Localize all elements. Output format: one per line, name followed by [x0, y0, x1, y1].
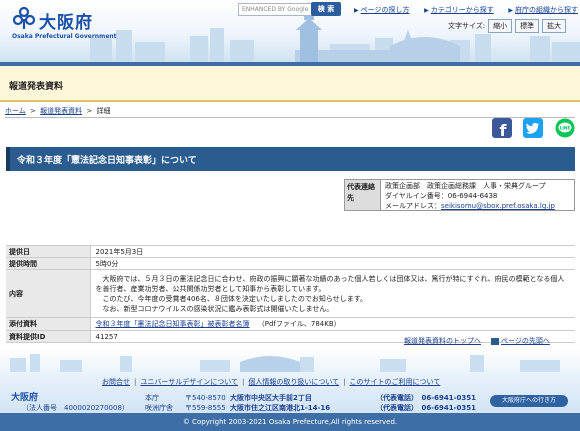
footer-separator: | [242, 378, 245, 386]
time-value: 5時0分 [90, 257, 575, 270]
phone-main: （代表電話） 06-6941-0351 [376, 394, 477, 402]
triangle-right-icon: ▶ [424, 7, 429, 14]
page-title: 令和３年度「憲法記念日知事表彰」について [17, 156, 197, 166]
triangle-right-icon: ▶ [508, 7, 513, 14]
category-divider [0, 100, 580, 102]
office-sakishima: 咲洲庁舎 [145, 404, 173, 412]
header-link-how-to-find[interactable]: ▶ ページの探し方 [354, 5, 410, 15]
attachment-link[interactable]: 令和３年度「憲法記念日知事表彰」被表彰者名簿 [96, 320, 250, 328]
breadcrumb: ホーム > 報道発表資料 > 詳細 [5, 106, 110, 116]
content-text: 大阪府では、５月３日の憲法記念日に合わせ、府政の振興に顕著な功績のあった個人若し… [96, 272, 576, 316]
header-nav: ▶ ページの探し方 ▶ カテゴリーから探す ▶ 府庁の組織から探す [354, 5, 578, 15]
font-size-larger-button[interactable]: 拡大 [542, 19, 567, 33]
page-top-link[interactable]: ページの先頭へ [501, 337, 550, 345]
footer-link-universal-design[interactable]: ユニバーサルデザインについて [140, 378, 238, 386]
footer-link-privacy[interactable]: 個人情報の取り扱いについて [248, 378, 339, 386]
table-row: 提供時間 5時0分 [6, 257, 575, 270]
footer-skyline-illustration [10, 354, 560, 372]
contact-email-row: メールアドレス：seikisomu@sbox.pref.osaka.lg.jp [385, 201, 555, 211]
site-header: 大阪府 Osaka Prefectural Government ENHANCE… [0, 0, 580, 62]
footer-link-contact[interactable]: お問合せ [102, 378, 130, 386]
header-link-label[interactable]: カテゴリーから探す [431, 6, 494, 14]
address-main: 大阪市中央区大手前2丁目 [230, 394, 312, 402]
zip-sakishima: 〒559-8555 [185, 404, 226, 412]
header-link-category[interactable]: ▶ カテゴリーから探す [424, 5, 494, 15]
press-release-info-table: 提供日 2021年5月3日 提供時間 5時0分 内容 大阪府では、５月３日の憲法… [6, 245, 575, 343]
contact-details: 政策企画部 政策企画総務課 人事・栄典グループ ダイヤルイン番号：06-6944… [385, 181, 555, 211]
osaka-emblem-icon [12, 6, 36, 29]
content-paragraph: なお、新型コロナウイルスの感染状況に鑑み表彰式は開催いたしません。 [102, 304, 334, 313]
phone-sakishima: （代表電話） 06-6941-0351 [376, 404, 477, 412]
content-paragraph: このたび、今年度の受賞者406名、８団体を決定いたしましたのでお知らせします。 [102, 294, 368, 303]
content-label: 内容 [6, 269, 91, 318]
attachment-cell: 令和３年度「憲法記念日知事表彰」被表彰者名簿 （Pdfファイル、784KB） [90, 317, 575, 331]
footer-links: お問合せ | ユニバーサルデザインについて | 個人情報の取り扱いについて | このサイトの… [102, 377, 440, 387]
zip-main: 〒540-8570 [185, 394, 226, 402]
header-link-organization[interactable]: ▶ 府庁の組織から探す [508, 5, 578, 15]
attachment-label: 添付資料 [6, 317, 91, 331]
facebook-share-icon[interactable]: f [492, 118, 512, 138]
page-top-icon [491, 337, 499, 345]
breadcrumb-home[interactable]: ホーム [5, 107, 26, 115]
category-title: 報道発表資料 [9, 82, 64, 92]
footer-phones: （代表電話） 06-6941-0351 （代表電話） 06-6941-0351 [376, 393, 476, 413]
breadcrumb-divider [5, 117, 575, 118]
contact-department: 政策企画部 政策企画総務課 人事・栄典グループ [385, 182, 546, 190]
breadcrumb-press-release[interactable]: 報道発表資料 [40, 107, 82, 115]
triangle-right-icon: ▶ [354, 7, 359, 14]
header-link-label[interactable]: 府庁の組織から探す [515, 6, 578, 14]
font-size-label: 文字サイズ: [448, 22, 486, 30]
footer-zipcodes: 〒540-8570 〒559-8555 [185, 393, 226, 413]
attachment-meta: （Pdfファイル、784KB） [257, 320, 341, 328]
header-link-label[interactable]: ページの探し方 [361, 6, 410, 14]
facebook-glyph: f [500, 121, 508, 138]
osaka-logo[interactable]: 大阪府 Osaka Prefectural Government [12, 6, 117, 42]
contact-label: 代表連絡先 [345, 180, 381, 210]
footer-offices: 本庁 咲洲庁舎 [145, 393, 173, 413]
logo-english-name: Osaka Prefectural Government [12, 33, 117, 40]
line-label: LINE [560, 125, 571, 130]
copyright: © Copyright 2003-2021 Osaka Prefecture,A… [0, 413, 580, 431]
logo-name: 大阪府 [39, 13, 93, 33]
date-value: 2021年5月3日 [90, 245, 575, 258]
office-main: 本庁 [145, 394, 159, 402]
contact-dial-in: ダイヤルイン番号：06-6944-6438 [385, 192, 498, 200]
time-label: 提供時間 [6, 257, 91, 270]
contact-box: 代表連絡先 政策企画部 政策企画総務課 人事・栄典グループ ダイヤルイン番号：0… [344, 179, 575, 211]
search-button[interactable]: 検 索 [311, 2, 341, 16]
font-size-control: 文字サイズ: 縮小 標準 拡大 [448, 19, 567, 33]
line-share-icon[interactable]: LINE [555, 118, 575, 138]
breadcrumb-separator: > [86, 107, 93, 115]
page-top[interactable]: ページの先頭へ [491, 336, 550, 346]
font-size-normal-button[interactable]: 標準 [515, 19, 540, 33]
font-size-smaller-button[interactable]: 縮小 [488, 19, 513, 33]
footer-org-name: 大阪府 [11, 393, 39, 403]
footer-addresses: 大阪市中央区大手前2丁目 大阪市住之江区南港北1-14-16 [230, 393, 330, 413]
page-nav-links: 報道発表資料のトップへ ページの先頭へ [404, 336, 550, 346]
release-id-label: 資料提供ID [6, 330, 91, 343]
contact-email-label: メールアドレス： [385, 202, 441, 210]
breadcrumb-separator: > [30, 107, 36, 115]
contact-email-link[interactable]: seikisomu@sbox.pref.osaka.lg.jp [441, 202, 555, 210]
content-cell: 大阪府では、５月３日の憲法記念日に合わせ、府政の振興に顕著な功績のあった個人若し… [90, 269, 576, 318]
back-to-press-top-link[interactable]: 報道発表資料のトップへ [404, 337, 481, 345]
page-title-bar: 令和３年度「憲法記念日知事表彰」について [6, 147, 575, 171]
footer-separator: | [134, 378, 137, 386]
date-label: 提供日 [6, 245, 91, 258]
footer-link-terms[interactable]: このサイトのご利用について [350, 378, 441, 386]
table-row: 内容 大阪府では、５月３日の憲法記念日に合わせ、府政の振興に顕著な功績のあった個… [6, 269, 576, 318]
footer-separator: | [343, 378, 346, 386]
breadcrumb-current: 詳細 [96, 107, 111, 115]
table-row: 提供日 2021年5月3日 [6, 245, 575, 258]
access-directions-button[interactable]: 大阪府庁への行き方 [490, 395, 568, 407]
table-row: 添付資料 令和３年度「憲法記念日知事表彰」被表彰者名簿 （Pdfファイル、784… [6, 317, 575, 331]
twitter-share-icon[interactable] [523, 118, 543, 138]
footer-corporate-number: （法人番号 4000020270008） [22, 404, 129, 412]
address-sakishima: 大阪市住之江区南港北1-14-16 [230, 404, 331, 412]
back-to-press-top[interactable]: 報道発表資料のトップへ [404, 336, 481, 346]
content-paragraph: 大阪府では、５月３日の憲法記念日に合わせ、府政の振興に顕著な功績のあった個人若し… [95, 274, 565, 293]
category-band: 報道発表資料 [0, 66, 580, 100]
